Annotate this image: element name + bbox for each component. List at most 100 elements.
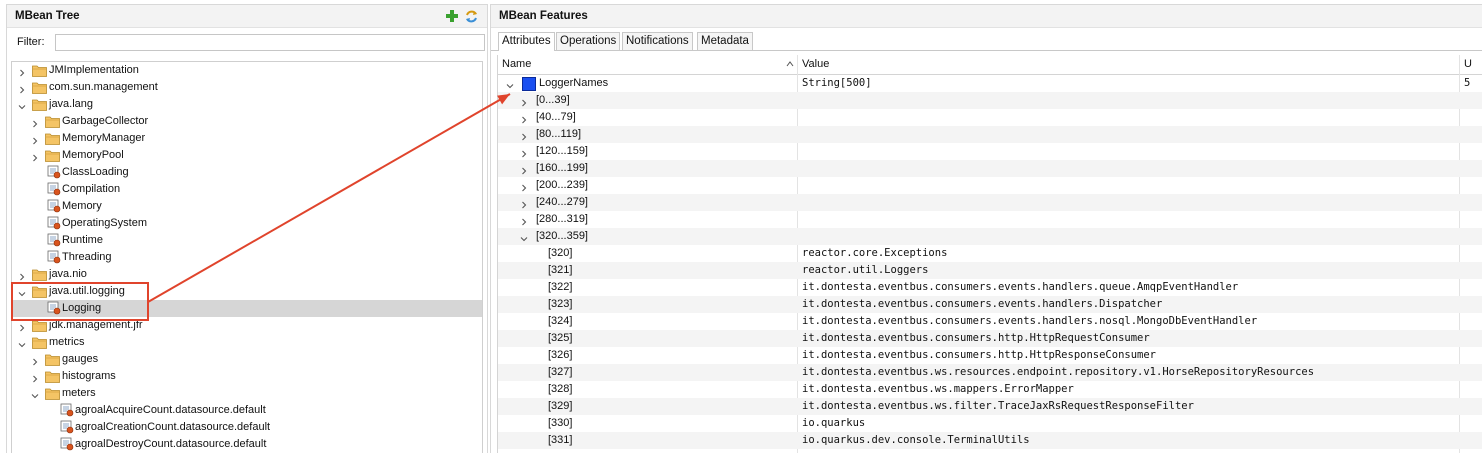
tree-item[interactable]: Runtime: [12, 232, 482, 249]
chevron-right-icon[interactable]: [31, 117, 39, 128]
tree-item[interactable]: Compilation: [12, 181, 482, 198]
table-row[interactable]: [331] io.quarkus.dev.console.TerminalUtil…: [498, 432, 1482, 449]
table-row[interactable]: [327] it.dontesta.eventbus.ws.resources.e…: [498, 364, 1482, 381]
tree-item[interactable]: agroalAcquireCount.datasource.default: [12, 402, 482, 419]
table-row[interactable]: [0...39]: [498, 92, 1482, 109]
tree-item[interactable]: OperatingSystem: [12, 215, 482, 232]
chevron-right-icon[interactable]: [520, 181, 528, 192]
tree-item[interactable]: ClassLoading: [12, 164, 482, 181]
tree-item[interactable]: jdk.management.jfr: [12, 317, 482, 334]
column-header-name[interactable]: Name: [498, 55, 531, 74]
row-name: [325]: [548, 332, 573, 344]
table-row[interactable]: [330] io.quarkus: [498, 415, 1482, 432]
tree-item[interactable]: gauges: [12, 351, 482, 368]
tab-operations[interactable]: Operations: [556, 32, 621, 50]
tree-item[interactable]: java.util.logging: [12, 283, 482, 300]
chevron-down-icon[interactable]: [18, 100, 26, 110]
tree-item-label: Threading: [62, 251, 112, 263]
table-row[interactable]: [280...319]: [498, 211, 1482, 228]
tree-item[interactable]: Memory: [12, 198, 482, 215]
tree-item[interactable]: Logging: [12, 300, 482, 317]
mbean-icon: [60, 420, 74, 434]
tree-item[interactable]: agroalDestroyCount.datasource.default: [12, 436, 482, 453]
chevron-right-icon[interactable]: [520, 130, 528, 141]
attributes-table: Name Value U LoggerNames String[500] 5 [0..…: [497, 55, 1482, 453]
table-row[interactable]: [120...159]: [498, 143, 1482, 160]
chevron-right-icon[interactable]: [18, 83, 26, 94]
tree-item[interactable]: com.sun.management: [12, 79, 482, 96]
row-name: [280...319]: [536, 213, 588, 225]
chevron-right-icon[interactable]: [520, 215, 528, 226]
chevron-right-icon[interactable]: [520, 96, 528, 107]
tab-metadata[interactable]: Metadata: [697, 32, 753, 50]
tree-item[interactable]: JMImplementation: [12, 62, 482, 79]
row-name: [324]: [548, 315, 573, 327]
tree-item[interactable]: histograms: [12, 368, 482, 385]
table-row[interactable]: [323] it.dontesta.eventbus.consumers.even…: [498, 296, 1482, 313]
tree-item[interactable]: metrics: [12, 334, 482, 351]
table-row[interactable]: [325] it.dontesta.eventbus.consumers.http…: [498, 330, 1482, 347]
folder-icon: [32, 81, 47, 94]
chevron-right-icon[interactable]: [520, 147, 528, 158]
chevron-down-icon[interactable]: [31, 389, 39, 399]
tree-item[interactable]: Threading: [12, 249, 482, 266]
chevron-down-icon[interactable]: [18, 287, 26, 297]
table-row[interactable]: [328] it.dontesta.eventbus.ws.mappers.Err…: [498, 381, 1482, 398]
chevron-down-icon[interactable]: [506, 79, 514, 89]
chevron-right-icon[interactable]: [520, 198, 528, 209]
chevron-right-icon[interactable]: [520, 164, 528, 175]
table-row[interactable]: [322] it.dontesta.eventbus.consumers.even…: [498, 279, 1482, 296]
tab-attributes[interactable]: Attributes: [498, 32, 555, 51]
row-value: it.dontesta.eventbus.ws.mappers.ErrorMap…: [802, 383, 1074, 395]
folder-icon: [45, 370, 60, 383]
chevron-right-icon[interactable]: [31, 355, 39, 366]
row-name: [240...279]: [536, 196, 588, 208]
tree-item[interactable]: agroalCreationCount.datasource.default: [12, 419, 482, 436]
tree-item-label: meters: [62, 387, 96, 399]
chevron-right-icon[interactable]: [31, 134, 39, 145]
table-row[interactable]: LoggerNames String[500] 5: [498, 75, 1482, 92]
column-header-third[interactable]: U: [1460, 55, 1472, 74]
filter-input[interactable]: [55, 33, 485, 51]
tree-item[interactable]: java.nio: [12, 266, 482, 283]
chevron-right-icon[interactable]: [31, 372, 39, 383]
chevron-down-icon[interactable]: [18, 338, 26, 348]
folder-icon: [45, 132, 60, 145]
row-name: [322]: [548, 281, 573, 293]
table-row[interactable]: [329] it.dontesta.eventbus.ws.filter.Trac…: [498, 398, 1482, 415]
table-row[interactable]: [80...119]: [498, 126, 1482, 143]
tree-item[interactable]: MemoryPool: [12, 147, 482, 164]
row-value: it.dontesta.eventbus.consumers.events.ha…: [802, 315, 1258, 327]
tree-item-label: agroalCreationCount.datasource.default: [75, 421, 271, 433]
table-row[interactable]: [321] reactor.util.Loggers: [498, 262, 1482, 279]
tab-notifications[interactable]: Notifications: [622, 32, 693, 50]
table-row[interactable]: [326] it.dontesta.eventbus.consumers.http…: [498, 347, 1482, 364]
chevron-right-icon[interactable]: [31, 151, 39, 162]
chevron-right-icon[interactable]: [18, 321, 26, 332]
sort-ascending-icon[interactable]: [782, 55, 794, 74]
chevron-right-icon[interactable]: [18, 66, 26, 77]
table-row[interactable]: [160...199]: [498, 160, 1482, 177]
table-row[interactable]: [40...79]: [498, 109, 1482, 126]
tree-item[interactable]: java.lang: [12, 96, 482, 113]
tree-item[interactable]: GarbageCollector: [12, 113, 482, 130]
attribute-type-icon: [522, 77, 536, 91]
chevron-down-icon[interactable]: [520, 232, 528, 242]
column-header-value[interactable]: Value: [798, 55, 829, 74]
table-row[interactable]: [240...279]: [498, 194, 1482, 211]
chevron-right-icon[interactable]: [18, 270, 26, 281]
refresh-icon[interactable]: [463, 8, 479, 24]
add-icon[interactable]: [444, 8, 460, 24]
mbean-features-panel: MBean Features Attributes Operations Notif…: [490, 4, 1482, 453]
table-row[interactable]: [320] reactor.core.Exceptions: [498, 245, 1482, 262]
tree-item[interactable]: MemoryManager: [12, 130, 482, 147]
table-row[interactable]: [324] it.dontesta.eventbus.consumers.even…: [498, 313, 1482, 330]
chevron-right-icon[interactable]: [520, 113, 528, 124]
row-name: [160...199]: [536, 162, 588, 174]
table-row[interactable]: [320...359]: [498, 228, 1482, 245]
tree-item[interactable]: meters: [12, 385, 482, 402]
table-row[interactable]: [200...239]: [498, 177, 1482, 194]
row-value: it.dontesta.eventbus.ws.filter.TraceJaxR…: [802, 400, 1194, 412]
tree-item-label: com.sun.management: [49, 81, 158, 93]
tree-item-label: Logging: [62, 302, 102, 314]
